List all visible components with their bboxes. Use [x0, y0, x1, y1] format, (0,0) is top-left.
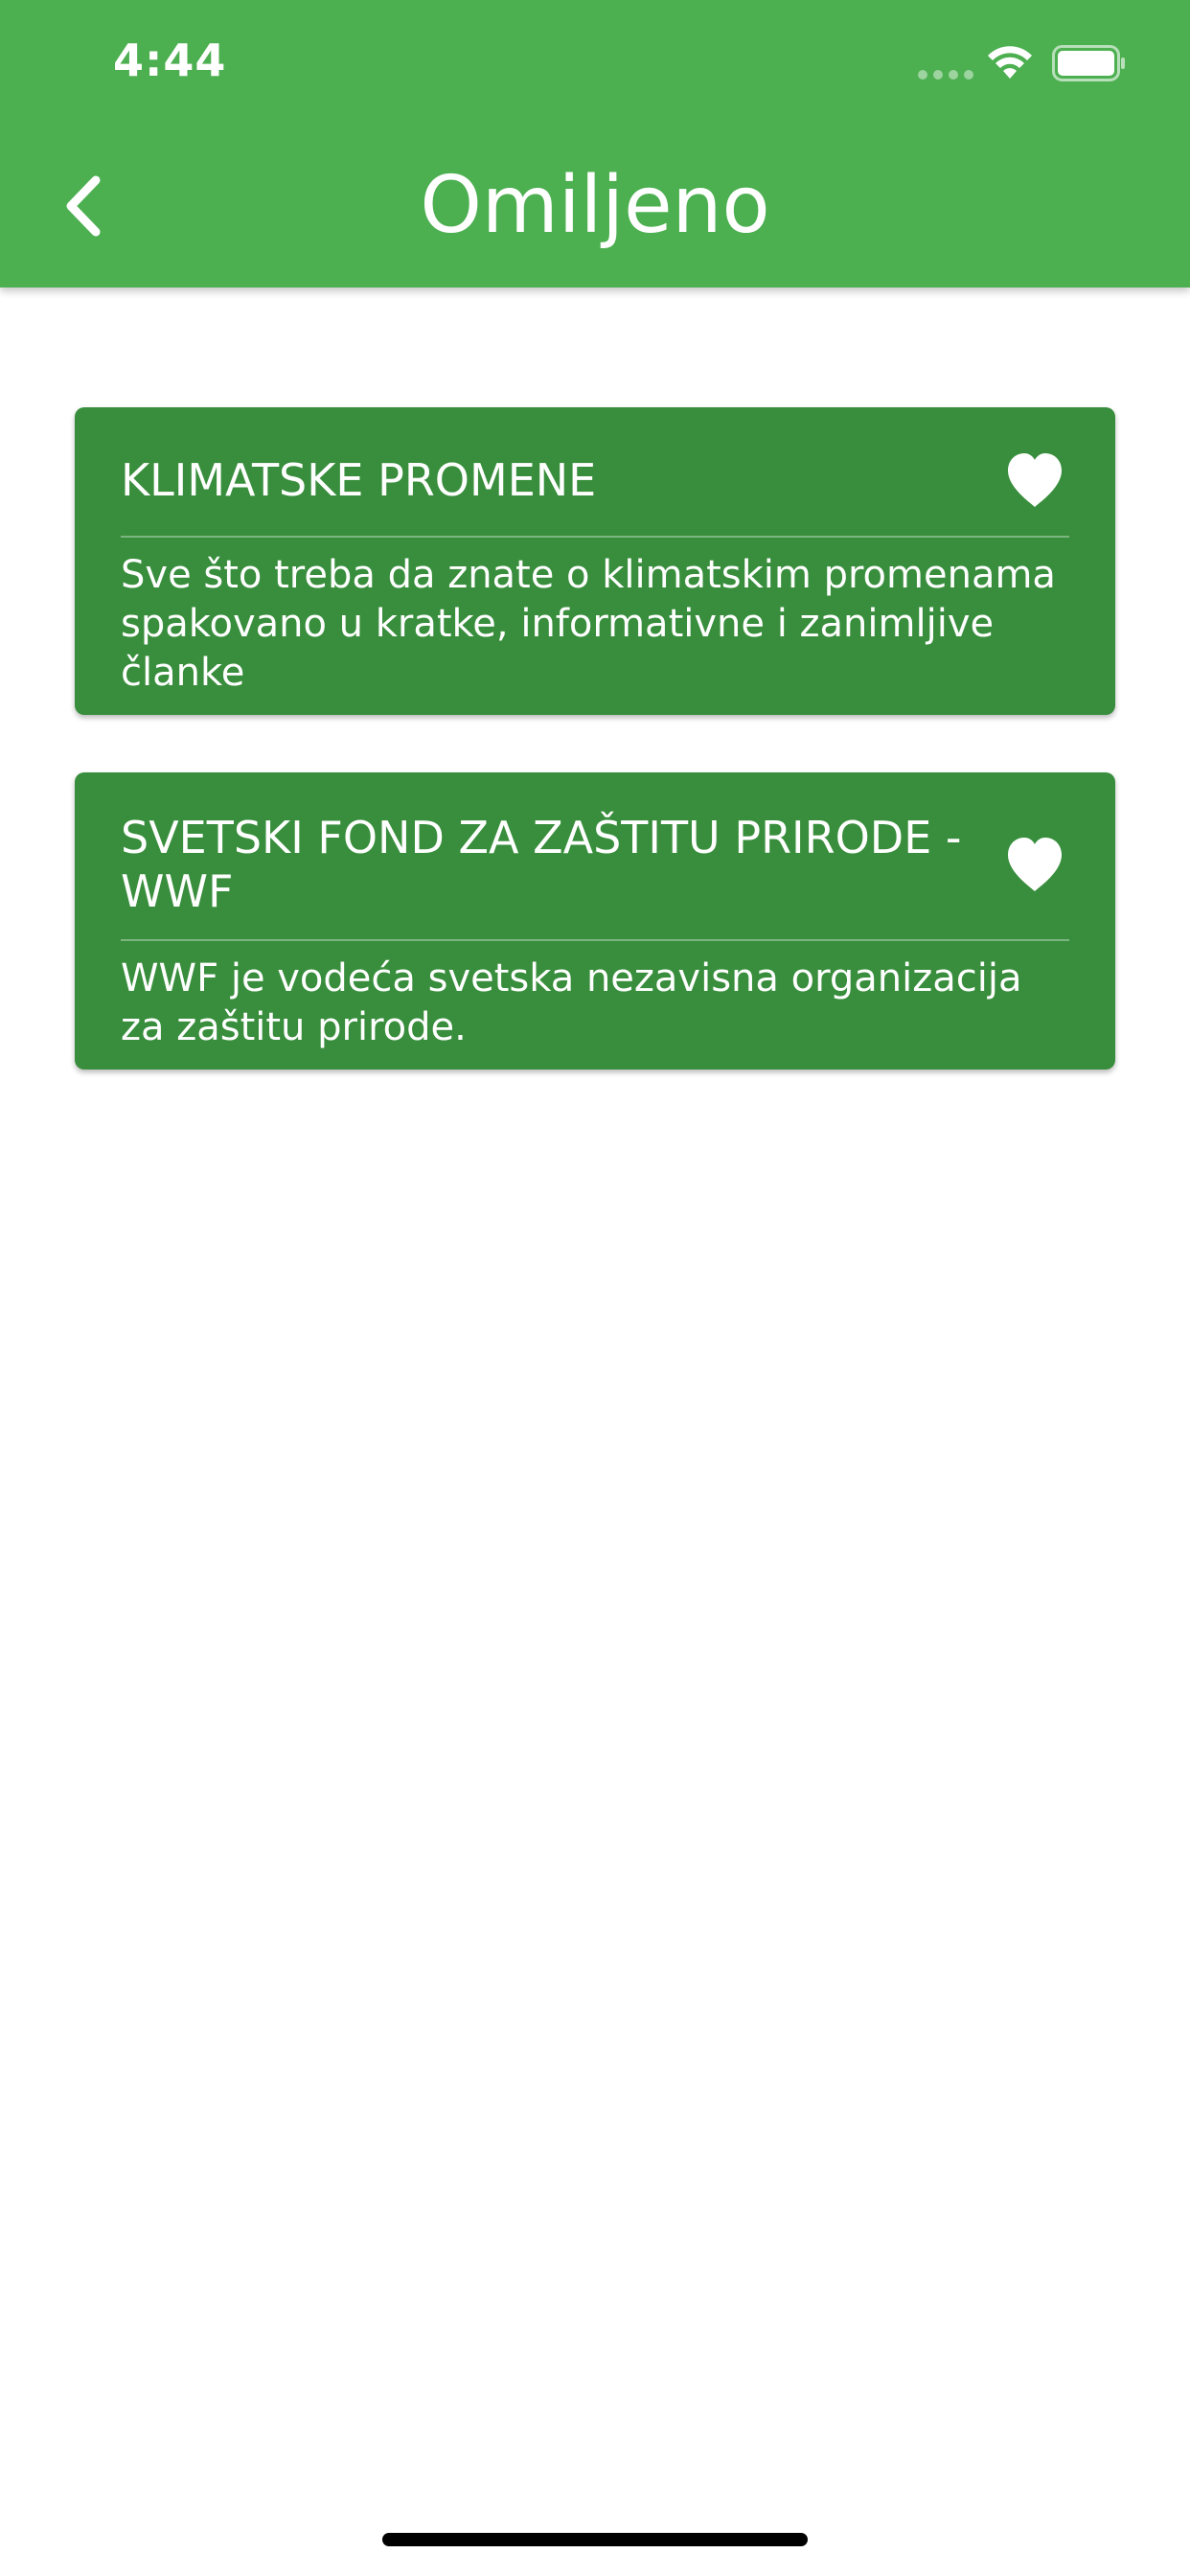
heart-icon [1008, 453, 1062, 507]
wifi-icon [988, 46, 1032, 79]
card-header: SVETSKI FOND ZA ZAŠTITU PRIRODE - WWF [121, 811, 1069, 941]
card-header: KLIMATSKE PROMENE [121, 446, 1069, 538]
heart-icon [1008, 838, 1062, 891]
favorite-card[interactable]: KLIMATSKE PROMENE Sve što treba da znate… [75, 407, 1115, 715]
card-description: Sve što treba da znate o klimatskim prom… [121, 553, 1056, 695]
favorites-list: KLIMATSKE PROMENE Sve što treba da znate… [75, 407, 1115, 1127]
battery-icon [1052, 45, 1125, 81]
cellular-signal-icon [918, 70, 973, 80]
favorite-button[interactable] [1000, 446, 1069, 515]
card-description: WWF je vodeća svetska nezavisna organiza… [121, 956, 1022, 1049]
favorite-button[interactable] [1000, 830, 1069, 899]
card-title: KLIMATSKE PROMENE [121, 454, 597, 506]
status-time: 4:44 [113, 34, 227, 86]
page-title: Omiljeno [420, 160, 770, 251]
card-title: SVETSKI FOND ZA ZAŠTITU PRIRODE - WWF [121, 812, 962, 917]
home-indicator[interactable] [382, 2533, 808, 2546]
app-bar: 4:44 Omiljeno [0, 0, 1190, 288]
favorite-card[interactable]: SVETSKI FOND ZA ZAŠTITU PRIRODE - WWF WW… [75, 772, 1115, 1070]
